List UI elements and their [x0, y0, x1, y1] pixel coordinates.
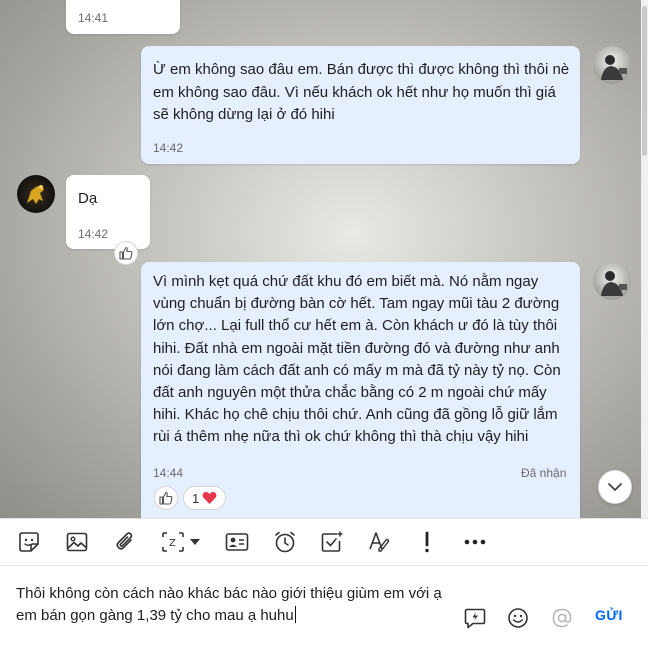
more-icon — [464, 539, 486, 545]
message-time: 14:42 — [78, 227, 109, 241]
message-time: 14:42 — [153, 141, 184, 155]
composer-toolbar: Z — [0, 518, 648, 566]
thumbs-up-icon — [119, 246, 133, 260]
text-format-icon — [369, 532, 390, 552]
message-input-line: Thôi không còn cách nào khác bác nào giớ… — [16, 585, 442, 602]
delivery-status: Đã nhận — [521, 466, 567, 480]
scrollbar-thumb[interactable] — [642, 6, 647, 156]
chevron-down-icon — [608, 483, 622, 491]
message-composer[interactable]: Thôi không còn cách nào khác bác nào giớ… — [0, 566, 648, 645]
message-bubble-outgoing[interactable]: Vì mình kẹt quá chứ đất khu đó em biết m… — [141, 262, 580, 518]
message-line: vùng chuẩn bị đường bàn cờ hết. Tam ngay… — [153, 295, 560, 313]
message-time: 14:41 — [78, 11, 109, 25]
message-line: hihi. Đất nhà em ngoài mặt tiền đường đó… — [153, 339, 560, 357]
react-button[interactable] — [154, 486, 178, 510]
message-line: rùi á thêm nhẹ nữa thì ok chứ không thì … — [153, 428, 529, 446]
quick-message-button[interactable] — [463, 606, 487, 630]
avatar-contact[interactable] — [17, 175, 55, 213]
message-line: em không sao đâu. Vì nếu khách ok hết nh… — [153, 83, 556, 101]
message-line: Ừ em không sao đâu em. Bán được thì được… — [153, 61, 570, 78]
chat-area: 14:41 Ừ em không sao đâu em. Bán được th… — [0, 0, 641, 518]
message-text: Dạ — [78, 190, 98, 207]
todo-icon — [321, 531, 343, 552]
svg-text:Z: Z — [169, 538, 176, 549]
emoji-button[interactable] — [506, 606, 530, 630]
quick-message-icon — [464, 608, 486, 629]
emoji-icon — [508, 608, 528, 628]
image-button[interactable] — [64, 529, 90, 555]
contact-card-icon — [225, 533, 249, 551]
screenshot-icon: Z — [162, 532, 184, 552]
todo-button[interactable] — [319, 529, 345, 555]
mention-icon — [552, 608, 572, 628]
urgent-button[interactable] — [414, 529, 440, 555]
reminder-icon — [275, 531, 295, 553]
message-line: đất anh nguyên một thửa chắc bằng có 2 m… — [153, 384, 547, 402]
image-icon — [66, 532, 88, 552]
react-button[interactable] — [114, 241, 138, 265]
message-input-line: em bán gọn gàng 1,39 tỷ cho mau ạ huhu — [16, 607, 294, 624]
message-line: hihi. Khác họ chê chịu thôi chứ. Anh cũn… — [153, 406, 558, 424]
reaction-count: 1 — [192, 490, 200, 506]
text-caret — [294, 606, 296, 623]
scroll-to-bottom-button[interactable] — [598, 470, 632, 504]
message-line: sẽ không dừng lại ở đó hihi — [153, 106, 335, 123]
message-line: lớn chợ... Lại full thổ cư hết em à. Còn… — [153, 317, 558, 335]
exclamation-icon — [425, 531, 429, 553]
caret-down-icon — [190, 539, 200, 545]
avatar-me[interactable] — [593, 46, 631, 84]
text-format-button[interactable] — [366, 529, 392, 555]
message-bubble-outgoing[interactable]: Ừ em không sao đâu em. Bán được thì được… — [141, 46, 580, 164]
message-line: Vì mình kẹt quá chứ đất khu đó em biết m… — [153, 273, 539, 290]
sticker-button[interactable] — [16, 529, 42, 555]
heart-icon — [202, 492, 217, 504]
attachment-icon — [116, 532, 133, 550]
attach-file-button[interactable] — [112, 529, 138, 555]
message-bubble-incoming[interactable]: Dạ 14:42 — [66, 175, 150, 249]
mention-button[interactable] — [550, 606, 574, 630]
more-button[interactable] — [462, 529, 488, 555]
screenshot-button[interactable]: Z — [158, 529, 204, 555]
send-button[interactable]: GỬI — [595, 607, 623, 623]
message-time: 14:44 — [153, 466, 184, 480]
message-bubble-incoming[interactable]: 14:41 — [66, 0, 180, 34]
reminder-button[interactable] — [272, 529, 298, 555]
reaction-summary[interactable]: 1 — [183, 486, 227, 510]
message-line: nói đang làm cách đất anh có mấy m mà đã… — [153, 361, 561, 379]
avatar-me[interactable] — [593, 262, 631, 300]
sticker-icon — [19, 532, 39, 552]
message-input[interactable]: Thôi không còn cách nào khác bác nào giớ… — [16, 583, 456, 627]
thumbs-up-icon — [159, 491, 173, 505]
contact-card-button[interactable] — [224, 529, 250, 555]
